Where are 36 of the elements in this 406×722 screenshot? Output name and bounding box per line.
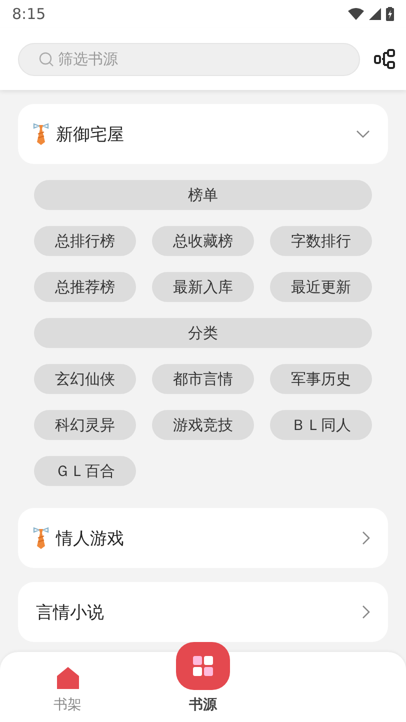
search-icon [39, 52, 54, 66]
category-chip[interactable]: 总推荐榜 [34, 272, 136, 302]
category-chip[interactable]: ＧＬ百合 [34, 456, 136, 486]
house-icon [54, 666, 81, 690]
category-chip[interactable]: 总排行榜 [34, 226, 136, 256]
category-chip[interactable]: 科幻灵异 [34, 410, 136, 440]
category-chip[interactable]: 游戏竞技 [152, 410, 254, 440]
source-name: 言情小说 [36, 602, 105, 624]
nodes-icon[interactable] [374, 48, 396, 70]
wifi-icon [348, 8, 364, 20]
chevron-right-icon [362, 605, 370, 619]
status-time: 8:15 [12, 5, 46, 23]
grid-icon [192, 655, 214, 677]
search-bar[interactable]: 筛选书源 [18, 42, 360, 76]
source-name: 新御宅屋 [56, 124, 125, 146]
source-card[interactable]: 情人游戏 [18, 508, 388, 568]
chevron-right-icon [362, 531, 370, 545]
category-chip[interactable]: ＢＬ同人 [270, 410, 372, 440]
battery-icon [386, 7, 394, 21]
signal-icon [369, 8, 381, 20]
category-chip[interactable]: 字数排行 [270, 226, 372, 256]
category-chip[interactable]: 都市言情 [152, 364, 254, 394]
nav-tab[interactable]: 书架 [0, 652, 136, 722]
category-header[interactable]: 榜单 [34, 180, 372, 210]
necktie-icon [32, 122, 50, 146]
source-name: 情人游戏 [56, 528, 125, 550]
necktie-icon [32, 526, 50, 550]
category-chip[interactable]: 最新入库 [152, 272, 254, 302]
source-card[interactable]: 言情小说 [18, 582, 388, 642]
source-card[interactable]: 新御宅屋 [18, 104, 388, 164]
category-chip[interactable]: 最近更新 [270, 272, 372, 302]
category-chip[interactable]: 军事历史 [270, 364, 372, 394]
category-chip[interactable]: 总收藏榜 [152, 226, 254, 256]
category-header[interactable]: 分类 [34, 318, 372, 348]
chevron-down-icon [356, 130, 370, 138]
category-chip[interactable]: 玄幻仙侠 [34, 364, 136, 394]
